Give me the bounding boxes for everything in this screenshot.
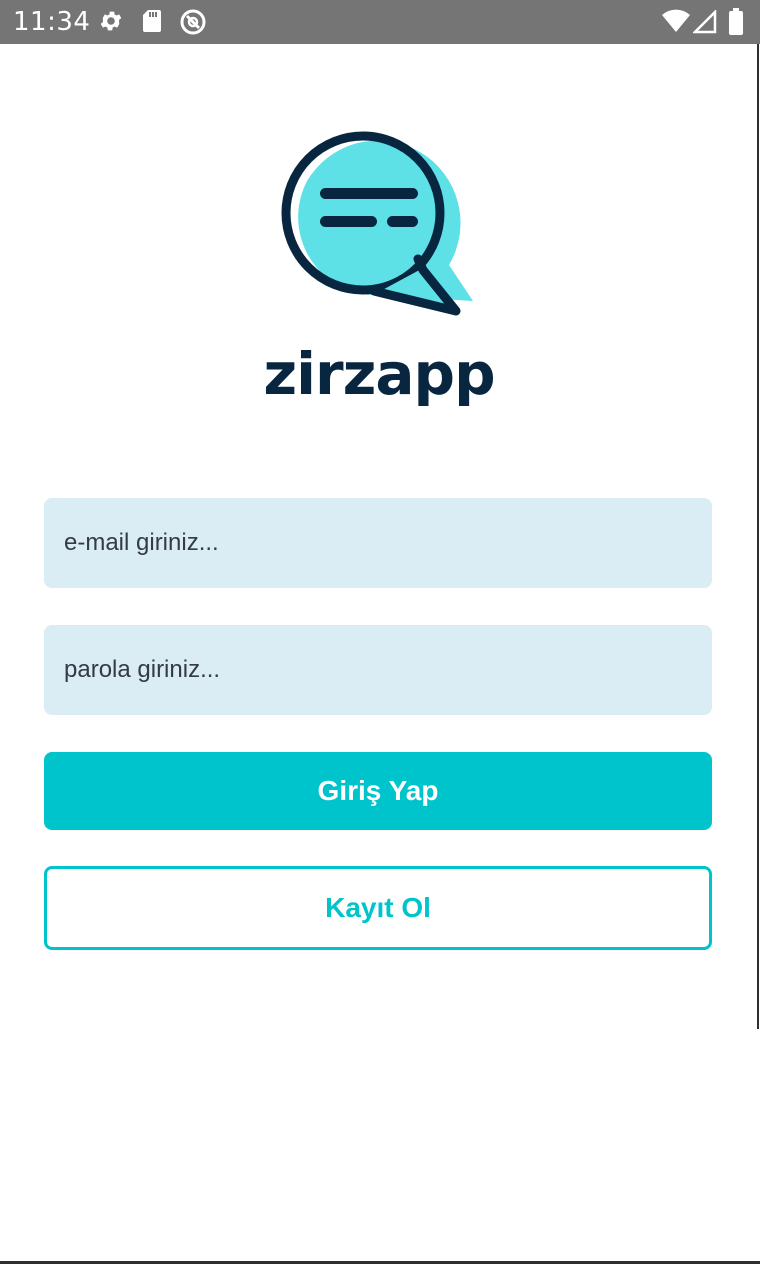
screen-edge-right xyxy=(757,44,759,1029)
login-button[interactable]: Giriş Yap xyxy=(44,752,712,830)
app-logo: zirzapp xyxy=(263,115,496,415)
password-input[interactable] xyxy=(44,625,712,715)
email-field[interactable] xyxy=(44,498,712,588)
register-button[interactable]: Kayıt Ol xyxy=(44,866,712,950)
sd-card-icon xyxy=(140,8,164,39)
cell-signal-icon xyxy=(691,8,717,39)
data-saver-icon xyxy=(179,8,207,41)
app-name: zirzapp xyxy=(263,340,495,408)
wifi-icon xyxy=(661,9,691,38)
chat-bubble-icon xyxy=(281,131,473,316)
status-bar: 11:34 xyxy=(0,0,760,44)
status-time: 11:34 xyxy=(13,7,91,37)
battery-icon xyxy=(728,8,744,41)
password-field[interactable] xyxy=(44,625,712,715)
email-input[interactable] xyxy=(44,498,712,588)
gear-icon xyxy=(98,8,124,39)
